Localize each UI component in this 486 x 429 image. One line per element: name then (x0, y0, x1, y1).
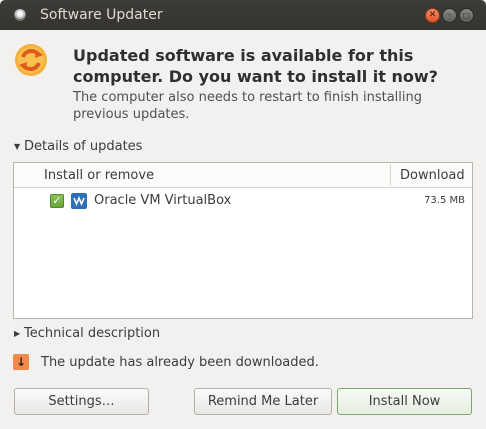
updates-list-header: Install or remove Download (14, 163, 472, 188)
details-expander-label: Details of updates (24, 139, 143, 154)
download-arrow-icon: ↓ (13, 354, 29, 370)
remind-later-button[interactable]: Remind Me Later (194, 388, 332, 415)
close-button[interactable] (425, 8, 440, 23)
window-app-icon (14, 9, 26, 21)
update-row[interactable]: ✓ Oracle VM VirtualBox 73.5 MB (14, 190, 472, 212)
restart-notice: The computer also needs to restart to fi… (73, 90, 423, 122)
update-headline: Updated software is available for this c… (73, 46, 438, 86)
maximize-button[interactable] (459, 8, 474, 23)
technical-expander-label: Technical description (24, 326, 161, 341)
install-checkbox[interactable]: ✓ (50, 194, 64, 208)
download-status-text: The update has already been downloaded. (41, 355, 319, 370)
collapsed-triangle-icon: ▶ (14, 329, 21, 338)
technical-expander[interactable]: ▶ Technical description (14, 326, 160, 341)
column-header-install[interactable]: Install or remove (44, 168, 154, 183)
expanded-triangle-icon: ▼ (14, 142, 21, 151)
install-now-button[interactable]: Install Now (337, 388, 472, 415)
package-size: 73.5 MB (424, 195, 465, 206)
column-header-download[interactable]: Download (400, 168, 465, 183)
window-title: Software Updater (40, 7, 163, 23)
package-name: Oracle VM VirtualBox (94, 193, 232, 208)
column-separator (390, 164, 391, 186)
settings-button[interactable]: Settings… (14, 388, 149, 415)
updates-list[interactable]: Install or remove Download ✓ Oracle VM V… (13, 162, 473, 319)
minimize-button[interactable] (442, 8, 457, 23)
details-expander[interactable]: ▼ Details of updates (14, 139, 142, 154)
software-updater-icon (15, 44, 47, 76)
title-bar: Software Updater (0, 0, 486, 30)
virtualbox-icon (71, 193, 87, 209)
